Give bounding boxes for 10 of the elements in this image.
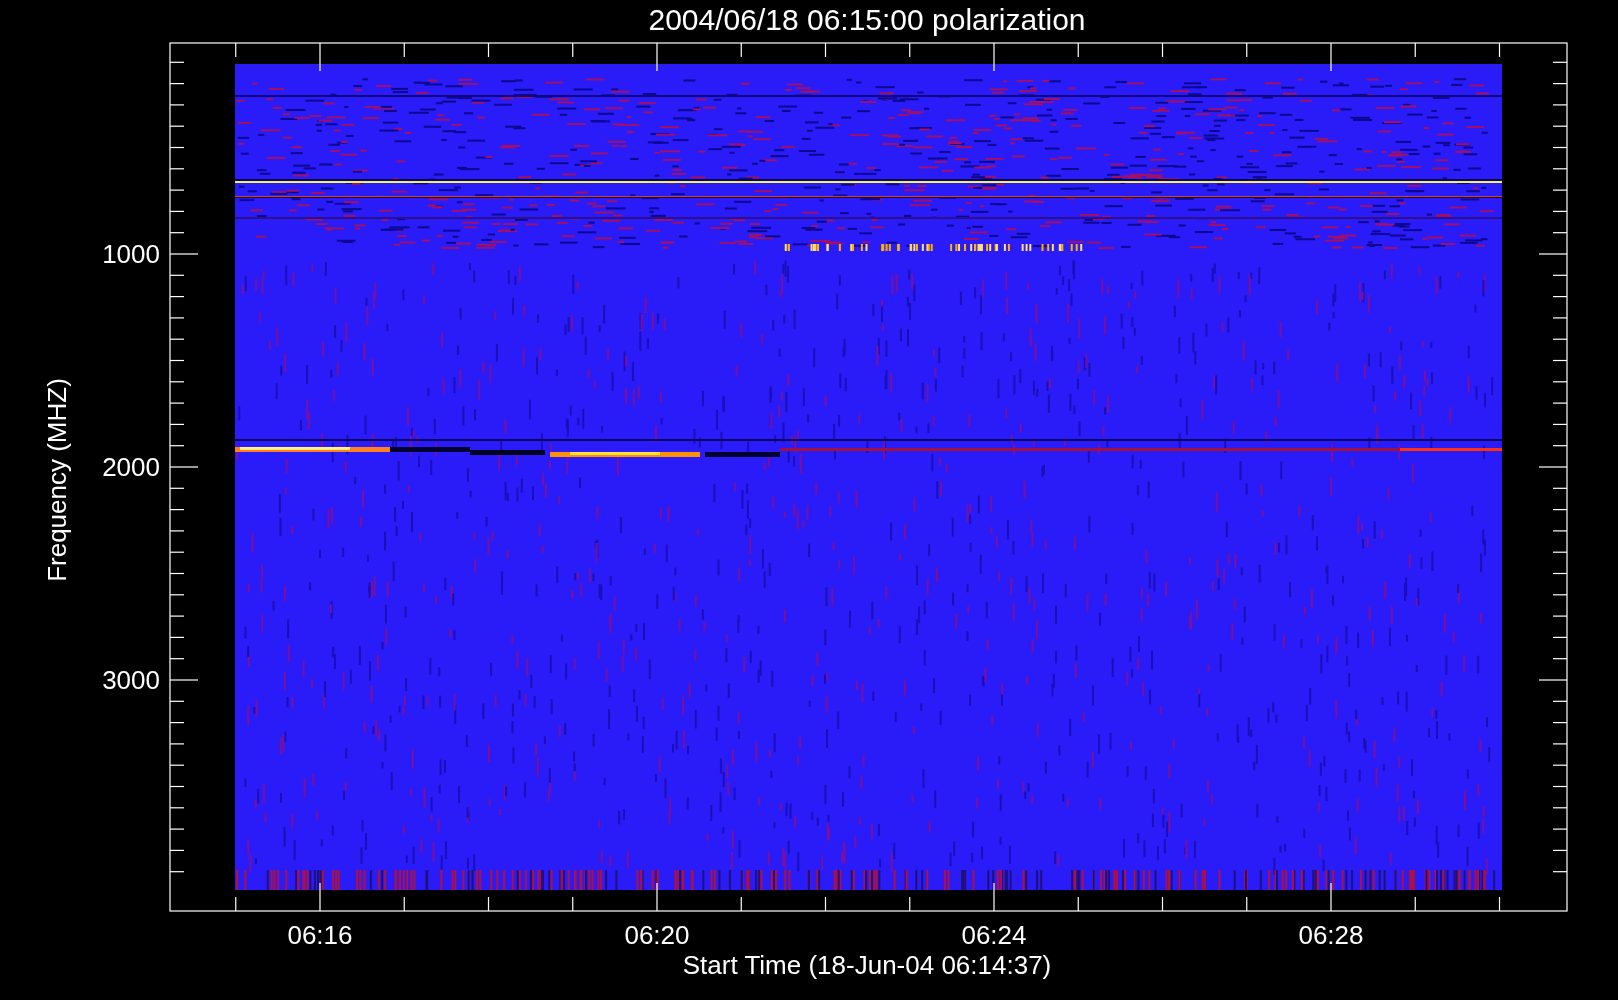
x-tick-label: 06:20 bbox=[623, 920, 691, 950]
y-axis-label: Frequency (MHZ) bbox=[41, 377, 73, 584]
y-tick-label: 1000 bbox=[101, 239, 160, 269]
x-tick-label: 06:28 bbox=[1297, 920, 1365, 950]
x-tick-label: 06:24 bbox=[960, 920, 1028, 950]
plot-title: 2004/06/18 06:15:00 polarization bbox=[647, 2, 1087, 38]
y-tick-label: 2000 bbox=[101, 452, 160, 482]
x-tick-label: 06:16 bbox=[286, 920, 354, 950]
y-tick-label: 3000 bbox=[101, 665, 160, 695]
x-axis-label: Start Time (18-Jun-04 06:14:37) bbox=[681, 949, 1053, 981]
